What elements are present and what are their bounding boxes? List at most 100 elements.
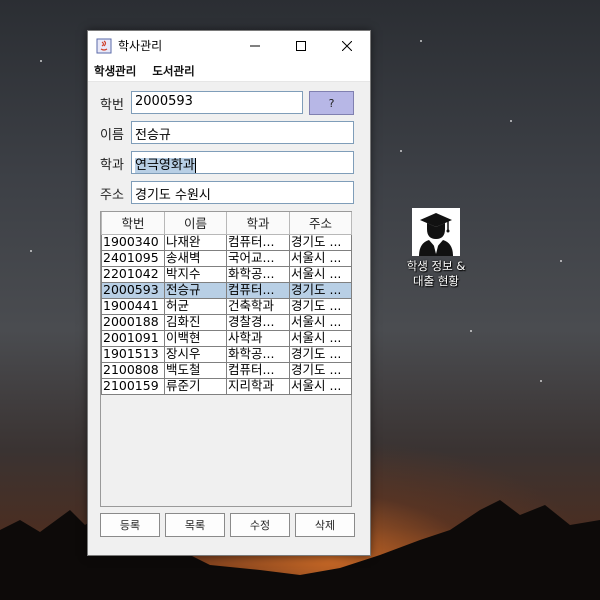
cell-major: 지리학과 xyxy=(226,377,290,395)
cell-student-id: 2000593 xyxy=(101,281,165,299)
menu-bar: 학생관리 도서관리 xyxy=(88,60,370,82)
list-button[interactable]: 목록 xyxy=(165,513,225,537)
cell-address: 경기도 ... xyxy=(289,281,352,299)
graduate-icon xyxy=(412,208,460,256)
cell-student-id: 2100808 xyxy=(101,361,165,379)
cell-name: 김화진 xyxy=(164,313,227,331)
cell-major: 화학공... xyxy=(226,345,290,363)
cell-name: 나재완 xyxy=(164,233,227,251)
minimize-icon xyxy=(250,45,260,46)
cell-name: 류준기 xyxy=(164,377,227,395)
cell-major: 화학공... xyxy=(226,265,290,283)
cell-student-id: 2001091 xyxy=(101,329,165,347)
address-value: 경기도 수원시 xyxy=(135,188,211,203)
cell-name: 백도철 xyxy=(164,361,227,379)
column-header-student-id[interactable]: 학번 xyxy=(101,212,165,235)
cell-address: 서울시 ... xyxy=(289,377,352,395)
star xyxy=(470,330,472,332)
cell-address: 서울시 ... xyxy=(289,329,352,347)
name-field[interactable]: 전승규 xyxy=(131,121,354,144)
star xyxy=(420,40,422,42)
desktop-shortcut-label-line1: 학생 정보 & xyxy=(406,259,466,273)
cell-student-id: 2100159 xyxy=(101,377,165,395)
cell-name: 전승규 xyxy=(164,281,227,299)
table-row[interactable]: 2100808 백도철 컴퓨터... 경기도 ... xyxy=(101,361,352,379)
cell-name: 이백현 xyxy=(164,329,227,347)
delete-button[interactable]: 삭제 xyxy=(295,513,355,537)
maximize-icon xyxy=(296,40,306,51)
cell-address: 경기도 ... xyxy=(289,297,352,315)
close-button[interactable] xyxy=(324,31,370,60)
cell-major: 컴퓨터... xyxy=(226,361,290,379)
table-row[interactable]: 2401095 송새벽 국어교... 서울시 ... xyxy=(101,249,352,267)
cell-name: 장시우 xyxy=(164,345,227,363)
student-id-label: 학번 xyxy=(100,98,124,113)
student-table: 학번 이름 학과 주소 1900340 나재완 컴퓨터... 경기도 ... 2401… xyxy=(101,212,352,395)
lookup-button[interactable]: ? xyxy=(309,91,354,115)
star xyxy=(510,120,512,122)
major-label: 학과 xyxy=(100,158,124,173)
cell-name: 송새벽 xyxy=(164,249,227,267)
star xyxy=(540,380,542,382)
table-row[interactable]: 2001091 이백현 사학과 서울시 ... xyxy=(101,329,352,347)
name-label: 이름 xyxy=(100,128,124,143)
cell-address: 서울시 ... xyxy=(289,265,352,283)
major-value: 연극영화과 xyxy=(135,158,196,173)
star xyxy=(40,60,42,62)
cell-address: 경기도 ... xyxy=(289,361,352,379)
student-table-container[interactable]: 학번 이름 학과 주소 1900340 나재완 컴퓨터... 경기도 ... 2401… xyxy=(100,211,352,507)
column-header-major[interactable]: 학과 xyxy=(226,212,290,235)
app-window: 학사관리 학생관리 도서관리 학번 2000593 ? 이름 전승규 학과 연극… xyxy=(87,30,371,556)
title-bar[interactable]: 학사관리 xyxy=(88,31,370,60)
cell-student-id: 2201042 xyxy=(101,265,165,283)
name-value: 전승규 xyxy=(135,128,171,143)
column-header-address[interactable]: 주소 xyxy=(289,212,352,235)
maximize-button[interactable] xyxy=(278,31,324,60)
student-id-field[interactable]: 2000593 xyxy=(131,91,303,114)
window-title: 학사관리 xyxy=(118,39,163,53)
cell-address: 서울시 ... xyxy=(289,249,352,267)
table-row[interactable]: 1900441 허균 건축학과 경기도 ... xyxy=(101,297,352,315)
edit-button[interactable]: 수정 xyxy=(230,513,290,537)
cell-student-id: 1900340 xyxy=(101,233,165,251)
minimize-button[interactable] xyxy=(232,31,278,60)
table-row[interactable]: 2000188 김화진 경찰경... 서울시 ... xyxy=(101,313,352,331)
table-row-selected[interactable]: 2000593 전승규 컴퓨터... 경기도 ... xyxy=(101,281,352,299)
table-header-row: 학번 이름 학과 주소 xyxy=(101,212,352,235)
table-row[interactable]: 1900340 나재완 컴퓨터... 경기도 ... xyxy=(101,233,352,251)
cell-address: 경기도 ... xyxy=(289,345,352,363)
star xyxy=(30,250,32,252)
address-label: 주소 xyxy=(100,188,124,203)
cell-student-id: 2401095 xyxy=(101,249,165,267)
desktop-shortcut-student-info[interactable]: 학생 정보 & 대출 현황 xyxy=(398,208,474,289)
java-app-icon xyxy=(96,38,112,53)
cell-major: 건축학과 xyxy=(226,297,290,315)
star xyxy=(400,150,402,152)
cell-major: 컴퓨터... xyxy=(226,233,290,251)
student-id-value: 2000593 xyxy=(135,94,193,109)
cell-major: 국어교... xyxy=(226,249,290,267)
table-row[interactable]: 2100159 류준기 지리학과 서울시 ... xyxy=(101,377,352,395)
cell-address: 서울시 ... xyxy=(289,313,352,331)
menu-student-management[interactable]: 학생관리 xyxy=(92,63,138,79)
cell-major: 경찰경... xyxy=(226,313,290,331)
cell-student-id: 1901513 xyxy=(101,345,165,363)
desktop-shortcut-label-line2: 대출 현황 xyxy=(413,274,459,288)
table-row[interactable]: 1901513 장시우 화학공... 경기도 ... xyxy=(101,345,352,363)
cell-major: 컴퓨터... xyxy=(226,281,290,299)
register-button[interactable]: 등록 xyxy=(100,513,160,537)
cell-major: 사학과 xyxy=(226,329,290,347)
table-row[interactable]: 2201042 박지수 화학공... 서울시 ... xyxy=(101,265,352,283)
major-field[interactable]: 연극영화과 xyxy=(131,151,354,174)
menu-book-management[interactable]: 도서관리 xyxy=(150,63,196,79)
desktop-shortcut-label: 학생 정보 & 대출 현황 xyxy=(398,259,474,289)
column-header-name[interactable]: 이름 xyxy=(164,212,227,235)
cell-student-id: 1900441 xyxy=(101,297,165,315)
cell-student-id: 2000188 xyxy=(101,313,165,331)
star xyxy=(560,260,562,262)
address-field[interactable]: 경기도 수원시 xyxy=(131,181,354,204)
cell-name: 허균 xyxy=(164,297,227,315)
close-icon xyxy=(342,40,352,51)
cell-address: 경기도 ... xyxy=(289,233,352,251)
cell-name: 박지수 xyxy=(164,265,227,283)
